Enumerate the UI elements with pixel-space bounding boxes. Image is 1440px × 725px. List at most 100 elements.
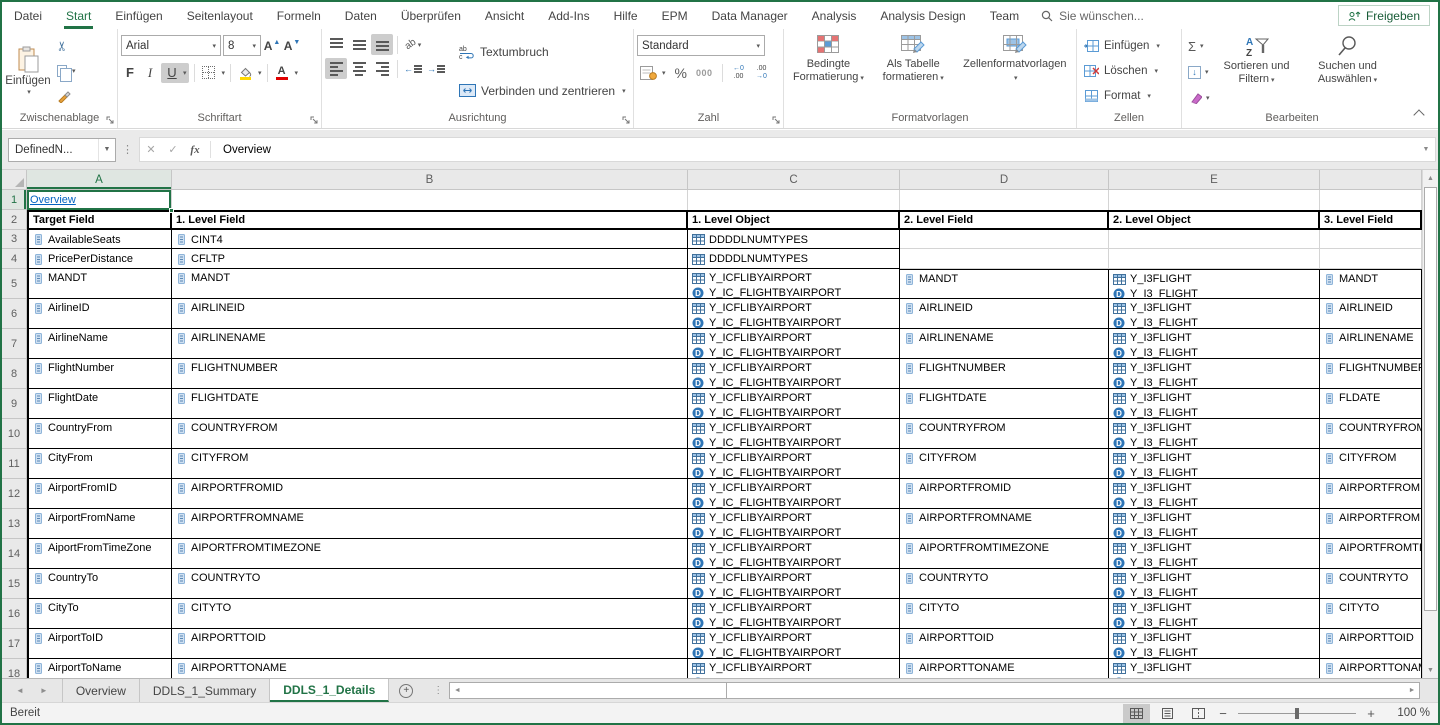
cell-F8[interactable]: FLIGHTNUMBER bbox=[1320, 359, 1422, 389]
cell-B12[interactable]: AIRPORTFROMID bbox=[172, 479, 688, 509]
column-header-f[interactable] bbox=[1320, 170, 1422, 190]
cell-F4[interactable] bbox=[1320, 249, 1422, 269]
clipboard-dialog-launcher[interactable] bbox=[106, 116, 115, 125]
cell-D18[interactable]: AIRPORTTONAME bbox=[900, 659, 1109, 678]
cell-D7[interactable]: AIRLINENAME bbox=[900, 329, 1109, 359]
cell-F17[interactable]: AIRPORTTOID bbox=[1320, 629, 1422, 659]
zoom-slider-thumb[interactable] bbox=[1295, 708, 1299, 719]
cell-A18[interactable]: AirportToName bbox=[27, 659, 172, 678]
font-size-select[interactable]: 8▾ bbox=[223, 35, 261, 56]
cell-A3[interactable]: AvailableSeats bbox=[27, 230, 172, 249]
chevron-down-icon[interactable]: ▼ bbox=[98, 139, 115, 161]
align-top-button[interactable] bbox=[325, 34, 347, 55]
cell-D4[interactable] bbox=[900, 249, 1109, 269]
cell-D12[interactable]: AIRPORTFROMID bbox=[900, 479, 1109, 509]
grow-font-button[interactable]: A▲ bbox=[263, 36, 281, 56]
increase-decimal-button[interactable]: ←0.00 bbox=[729, 65, 749, 81]
row-header-9[interactable]: 9 bbox=[2, 389, 27, 419]
ribbon-tab-hilfe[interactable]: Hilfe bbox=[602, 2, 650, 29]
insert-cells-button[interactable]: Einfügen ▾ bbox=[1080, 35, 1178, 56]
cell-D17[interactable]: AIRPORTTOID bbox=[900, 629, 1109, 659]
zoom-slider[interactable] bbox=[1238, 713, 1356, 714]
row-header-10[interactable]: 10 bbox=[2, 419, 27, 449]
font-dialog-launcher[interactable] bbox=[310, 116, 319, 125]
cell-F10[interactable]: COUNTRYFROM bbox=[1320, 419, 1422, 449]
cell-D8[interactable]: FLIGHTNUMBER bbox=[900, 359, 1109, 389]
copy-button[interactable]: ▾ bbox=[54, 61, 79, 81]
row-header-12[interactable]: 12 bbox=[2, 479, 27, 509]
cell-E7[interactable]: Y_I3FLIGHTDY_I3_FLIGHT bbox=[1109, 329, 1320, 359]
tab-scroll-splitter[interactable]: ⋮ bbox=[433, 685, 443, 696]
cell-C10[interactable]: Y_ICFLIBYAIRPORTDY_IC_FLIGHTBYAIRPORT bbox=[688, 419, 900, 449]
cell-C15[interactable]: Y_ICFLIBYAIRPORTDY_IC_FLIGHTBYAIRPORT bbox=[688, 569, 900, 599]
cell-E8[interactable]: Y_I3FLIGHTDY_I3_FLIGHT bbox=[1109, 359, 1320, 389]
cell-D16[interactable]: CITYTO bbox=[900, 599, 1109, 629]
ribbon-tab-einf-gen[interactable]: Einfügen bbox=[103, 2, 174, 29]
cell-B7[interactable]: AIRLINENAME bbox=[172, 329, 688, 359]
decrease-indent-button[interactable]: ← bbox=[402, 58, 424, 79]
scroll-right-arrow[interactable]: ► bbox=[1405, 687, 1419, 694]
italic-button[interactable]: I bbox=[141, 63, 159, 83]
cell-D14[interactable]: AIPORTFROMTIMEZONE bbox=[900, 539, 1109, 569]
cell-D11[interactable]: CITYFROM bbox=[900, 449, 1109, 479]
find-select-button[interactable]: Suchen und Auswählen▾ bbox=[1301, 31, 1395, 87]
delete-cells-button[interactable]: Löschen ▾ bbox=[1080, 60, 1178, 81]
cell-A8[interactable]: FlightNumber bbox=[27, 359, 172, 389]
row-header-17[interactable]: 17 bbox=[2, 629, 27, 659]
sheet-tab-overview[interactable]: Overview bbox=[62, 679, 140, 702]
cell-B8[interactable]: FLIGHTNUMBER bbox=[172, 359, 688, 389]
cell-B10[interactable]: COUNTRYFROM bbox=[172, 419, 688, 449]
scroll-left-arrow[interactable]: ◄ bbox=[450, 687, 464, 694]
cell-E9[interactable]: Y_I3FLIGHTDY_I3_FLIGHT bbox=[1109, 389, 1320, 419]
cell-A15[interactable]: CountryTo bbox=[27, 569, 172, 599]
cell-a1[interactable]: Overview bbox=[27, 190, 172, 210]
ribbon-tab-datei[interactable]: Datei bbox=[2, 2, 54, 29]
cell-E3[interactable] bbox=[1109, 230, 1320, 249]
cell-B1[interactable] bbox=[172, 190, 688, 210]
ribbon-tab-data-manager[interactable]: Data Manager bbox=[700, 2, 800, 29]
align-center-button[interactable] bbox=[348, 58, 370, 79]
zoom-in-button[interactable]: + bbox=[1364, 706, 1378, 721]
row-header-11[interactable]: 11 bbox=[2, 449, 27, 479]
column-header-a[interactable]: A bbox=[27, 170, 172, 190]
font-family-select[interactable]: Arial▾ bbox=[121, 35, 221, 56]
zoom-level[interactable]: 100 % bbox=[1388, 707, 1430, 719]
zoom-out-button[interactable]: − bbox=[1216, 706, 1230, 721]
cell-A5[interactable]: MANDT bbox=[27, 269, 172, 299]
cell-C13[interactable]: Y_ICFLIBYAIRPORTDY_IC_FLIGHTBYAIRPORT bbox=[688, 509, 900, 539]
row-header-7[interactable]: 7 bbox=[2, 329, 27, 359]
cell-D6[interactable]: AIRLINEID bbox=[900, 299, 1109, 329]
row-header-2[interactable]: 2 bbox=[2, 210, 27, 230]
cell-C1[interactable] bbox=[688, 190, 900, 210]
enter-button[interactable]: ✓ bbox=[162, 143, 184, 156]
accounting-format-button[interactable]: ▾ bbox=[637, 63, 669, 83]
column-header-b[interactable]: B bbox=[172, 170, 688, 190]
fill-color-button[interactable] bbox=[236, 63, 254, 83]
sort-filter-button[interactable]: AZ Sortieren und Filtern▾ bbox=[1213, 31, 1301, 87]
align-left-button[interactable] bbox=[325, 58, 347, 79]
cell-E4[interactable] bbox=[1109, 249, 1320, 269]
row-header-8[interactable]: 8 bbox=[2, 359, 27, 389]
ribbon-tab-add-ins[interactable]: Add-Ins bbox=[536, 2, 601, 29]
row-header-13[interactable]: 13 bbox=[2, 509, 27, 539]
cell-F16[interactable]: CITYTO bbox=[1320, 599, 1422, 629]
percent-style-button[interactable]: % bbox=[672, 63, 690, 83]
cell-C17[interactable]: Y_ICFLIBYAIRPORTDY_IC_FLIGHTBYAIRPORT bbox=[688, 629, 900, 659]
new-sheet-button[interactable]: + bbox=[389, 679, 423, 702]
cell-A4[interactable]: PricePerDistance bbox=[27, 249, 172, 269]
cell-A17[interactable]: AirportToID bbox=[27, 629, 172, 659]
cell-E12[interactable]: Y_I3FLIGHTDY_I3_FLIGHT bbox=[1109, 479, 1320, 509]
formula-bar-resize-handle[interactable]: ⋮ bbox=[122, 143, 133, 156]
cell-E11[interactable]: Y_I3FLIGHTDY_I3_FLIGHT bbox=[1109, 449, 1320, 479]
scroll-up-arrow[interactable]: ▲ bbox=[1423, 170, 1438, 186]
font-color-button[interactable]: A bbox=[273, 63, 291, 83]
overview-hyperlink[interactable]: Overview bbox=[30, 194, 171, 206]
bold-button[interactable]: F bbox=[121, 63, 139, 83]
cell-E1[interactable] bbox=[1109, 190, 1320, 210]
ribbon-tab-analysis[interactable]: Analysis bbox=[800, 2, 869, 29]
cell-D10[interactable]: COUNTRYFROM bbox=[900, 419, 1109, 449]
next-sheet-arrow[interactable]: ► bbox=[40, 686, 48, 695]
cell-D15[interactable]: COUNTRYTO bbox=[900, 569, 1109, 599]
prev-sheet-arrow[interactable]: ◄ bbox=[16, 686, 24, 695]
cell-A9[interactable]: FlightDate bbox=[27, 389, 172, 419]
